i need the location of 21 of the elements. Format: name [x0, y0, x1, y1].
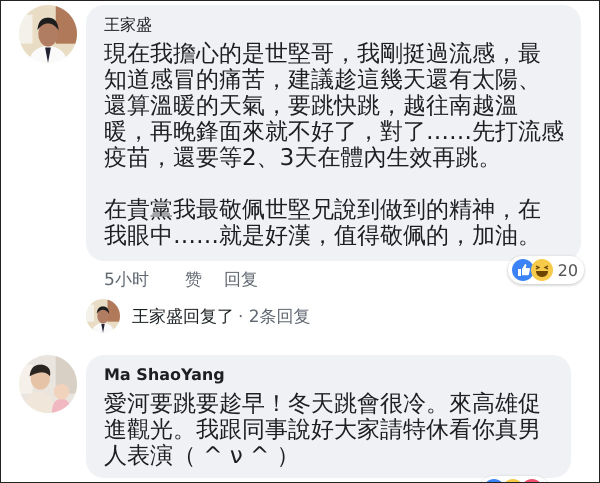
comment-text-line: 疫苗，還要等2、3天在體內生效再跳。 [104, 145, 502, 171]
comment-text-line: 愛河要跳要趁早！冬天跳會很冷。來高雄促 [104, 391, 541, 417]
comment-text-line: 我眼中……就是好漢，值得敬佩的，加油。 [104, 223, 541, 249]
comment-text-line: 知道感冒的痛苦，建議趁這幾天還有太陽、 [104, 67, 541, 93]
comment-text-line: 進觀光。我跟同事說好大家請特休看你真男 [104, 417, 541, 443]
reply-link[interactable]: 回复 [224, 268, 258, 291]
comment-text-line: 人表演（ ^ ν ^ ） [104, 443, 300, 469]
timestamp: 5小时 [104, 269, 149, 291]
replies-link[interactable]: 王家盛回复了 [132, 304, 234, 328]
comment-text-line: 現在我擔心的是世堅哥，我剛挺過流感，最 [104, 41, 541, 67]
reply-count[interactable]: · 2条回复 [238, 304, 311, 328]
author-name[interactable]: Ma ShaoYang [104, 365, 559, 385]
laughing-face-icon [530, 259, 553, 281]
like-link[interactable]: 赞 [184, 268, 202, 291]
author-name[interactable]: 王家盛 [104, 15, 569, 35]
comment-text-line: 在貴黨我最敬佩世堅兄說到做到的精神，在 [104, 197, 541, 223]
reaction-summary[interactable]: 20 [508, 256, 584, 284]
comment-text-line: 暖，再晚鋒面來就不好了，對了……先打流感 [104, 119, 564, 145]
comment-text-line: 還算溫暖的天氣，要跳快跳，越往南越溫 [104, 93, 518, 119]
reaction-count: 20 [558, 260, 578, 280]
like-icon [512, 259, 534, 281]
